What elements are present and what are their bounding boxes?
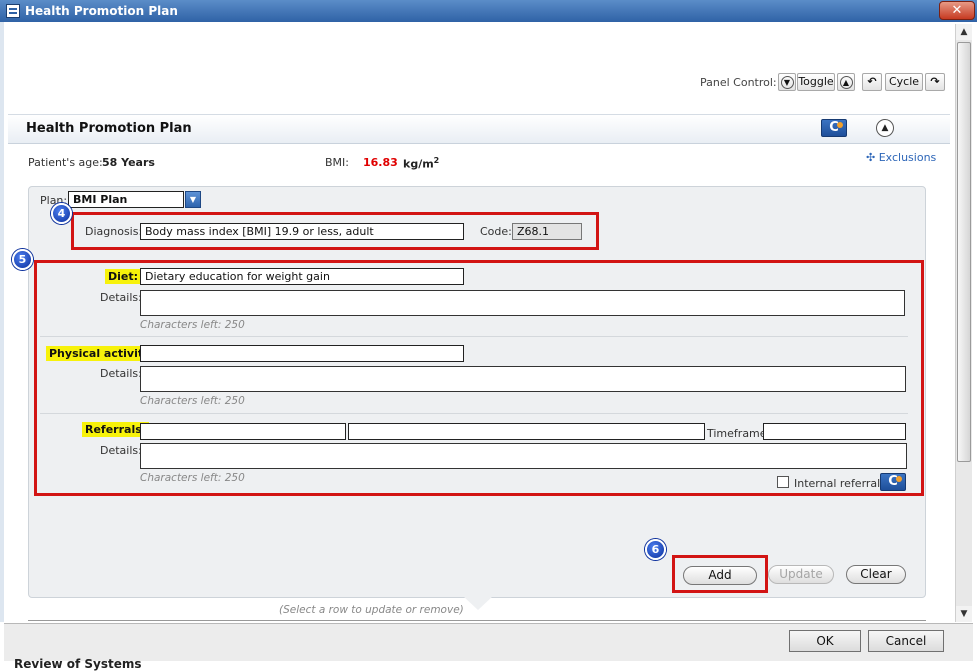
clinical-guidance-icon[interactable]: C	[821, 119, 847, 137]
close-window-button[interactable]: ✕	[939, 1, 975, 20]
bmi-label: BMI:	[325, 156, 349, 169]
physical-activity-details-textarea[interactable]	[140, 366, 906, 392]
diagnosis-label: Diagnosis:	[85, 225, 143, 238]
collapse-all-button[interactable]: ▲	[837, 73, 855, 91]
plus-icon: ✣	[866, 151, 876, 164]
window-title-bar: Health Promotion Plan	[0, 0, 977, 22]
table-hint: (Select a row to update or remove)	[279, 604, 464, 616]
referrals-details-textarea[interactable]	[140, 443, 907, 469]
diet-details-label: Details:	[100, 291, 142, 304]
referrals-chars-left: Characters left: 250	[140, 472, 245, 484]
chevron-up-icon: ▲	[839, 76, 853, 89]
bmi-unit-text: kg/m	[403, 157, 434, 171]
referral-type-field[interactable]	[140, 423, 346, 440]
plan-dropdown-arrow-icon[interactable]: ▼	[185, 191, 201, 208]
timeframe-field[interactable]	[763, 423, 906, 440]
expand-all-button[interactable]: ▼	[778, 73, 796, 91]
scroll-down-arrow-icon[interactable]: ▼	[956, 606, 972, 622]
cycle-forward-button[interactable]: ↷	[925, 73, 945, 91]
divider	[40, 413, 908, 414]
diet-label-wrap: Diet:	[105, 269, 142, 284]
step-5-badge: 5	[12, 249, 33, 270]
window-title: Health Promotion Plan	[25, 4, 178, 18]
review-of-systems-heading: Review of Systems	[14, 657, 142, 671]
referral-provider-field[interactable]	[348, 423, 705, 440]
scroll-up-arrow-icon[interactable]: ▲	[956, 24, 972, 40]
window-icon	[6, 4, 20, 18]
patient-age-value: 58 Years	[102, 156, 155, 169]
bmi-unit: kg/m2	[403, 156, 439, 171]
chevron-down-icon: ▼	[780, 76, 794, 89]
step-4-badge: 4	[51, 203, 72, 224]
code-field: Z68.1	[512, 223, 582, 240]
referral-guidance-icon[interactable]: C	[880, 473, 906, 491]
section-title: Health Promotion Plan	[26, 121, 192, 136]
internal-referral-checkbox[interactable]	[777, 476, 789, 488]
scrollbar-thumb[interactable]	[957, 42, 971, 462]
redo-arrow-icon: ↷	[930, 75, 940, 88]
patient-age-label: Patient's age:	[28, 156, 103, 169]
toggle-button[interactable]: Toggle	[797, 73, 835, 91]
bmi-value: 16.83	[363, 156, 398, 169]
plan-select[interactable]: BMI Plan	[68, 191, 184, 208]
add-button[interactable]: Add	[683, 566, 757, 585]
bmi-unit-exponent: 2	[433, 156, 440, 165]
update-button[interactable]: Update	[768, 565, 834, 584]
clear-button[interactable]: Clear	[846, 565, 906, 584]
ok-button[interactable]: OK	[789, 630, 861, 652]
referrals-details-label: Details:	[100, 444, 142, 457]
diet-chars-left: Characters left: 250	[140, 319, 245, 331]
collapse-section-icon[interactable]: ▲	[876, 119, 894, 137]
cancel-button[interactable]: Cancel	[868, 630, 944, 652]
panel-pointer	[463, 596, 493, 610]
cycle-back-button[interactable]: ↶	[862, 73, 882, 91]
physical-activity-details-label: Details:	[100, 367, 142, 380]
exclusions-link[interactable]: ✣ Exclusions	[866, 151, 936, 164]
diet-details-textarea[interactable]	[140, 290, 905, 316]
diagnosis-field[interactable]: Body mass index [BMI] 19.9 or less, adul…	[140, 223, 464, 240]
code-label: Code:	[480, 225, 512, 238]
diet-field[interactable]: Dietary education for weight gain	[140, 268, 464, 285]
step-6-badge: 6	[645, 539, 666, 560]
panel-control-label: Panel Control:	[700, 76, 777, 89]
divider	[40, 336, 908, 337]
vertical-scrollbar[interactable]: ▲ ▼	[955, 24, 972, 622]
cycle-button[interactable]: Cycle	[885, 73, 923, 91]
diet-label: Diet:	[105, 269, 142, 284]
timeframe-label: Timeframe:	[707, 427, 771, 440]
physical-activity-field[interactable]	[140, 345, 464, 362]
exclusions-label: Exclusions	[878, 151, 937, 164]
window-left-border	[0, 22, 4, 622]
undo-arrow-icon: ↶	[867, 75, 877, 88]
internal-referral-label: Internal referral	[794, 477, 881, 490]
physical-activity-chars-left: Characters left: 250	[140, 395, 245, 407]
